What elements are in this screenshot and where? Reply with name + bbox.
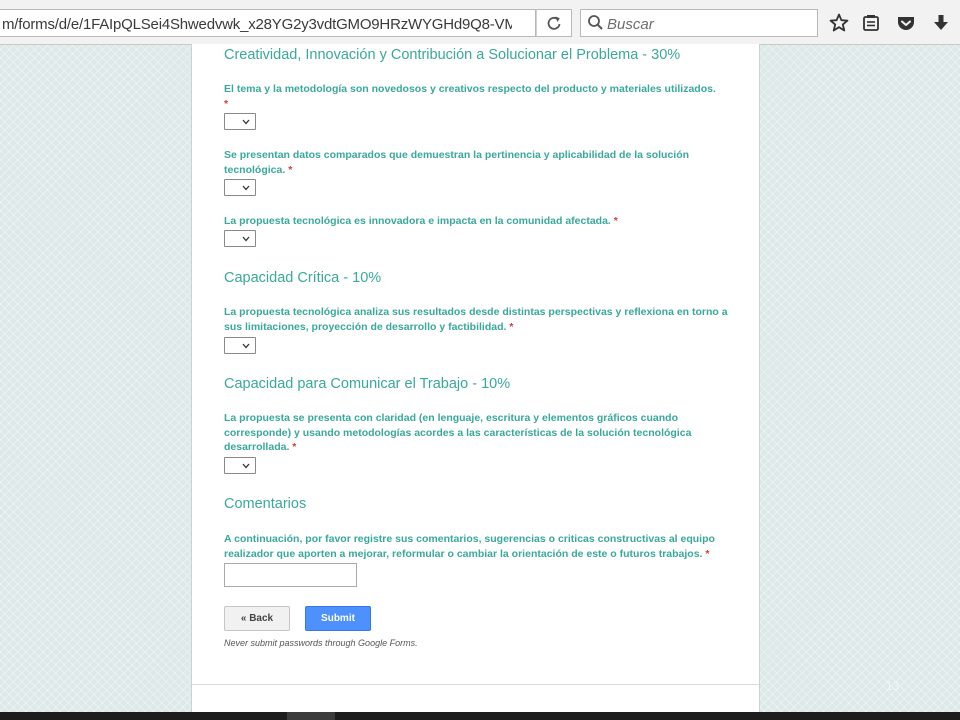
section-title-creatividad: Creatividad, Innovación y Contribución a… <box>224 47 681 63</box>
required-asterisk: * <box>613 215 618 227</box>
required-asterisk: * <box>288 163 293 176</box>
required-asterisk: * <box>705 547 710 560</box>
question-label: El tema y la metodología son novedosos y… <box>224 83 716 110</box>
comments-input[interactable] <box>224 563 357 587</box>
address-bar[interactable]: m/forms/d/e/1FAIpQLSei4Shwedvwk_x28YG2y3… <box>0 9 536 37</box>
section-title-comentarios: Comentarios <box>224 496 307 512</box>
slide-number: 13 <box>886 679 900 693</box>
score-dropdown[interactable] <box>224 457 256 474</box>
section-title-comunicar: Capacidad para Comunicar el Trabajo - 10… <box>224 376 511 392</box>
pocket-icon[interactable] <box>895 12 917 34</box>
search-bar[interactable]: Buscar <box>580 9 818 37</box>
submit-button[interactable]: Submit <box>305 606 371 631</box>
question-label: Se presentan datos comparados que demues… <box>224 149 690 176</box>
section-title-capacidad-critica: Capacidad Crítica - 10% <box>224 270 382 286</box>
chevron-down-icon <box>242 343 250 349</box>
taskbar <box>0 712 960 720</box>
score-dropdown[interactable] <box>224 113 256 130</box>
divider <box>192 684 759 685</box>
password-warning: Never submit passwords through Google Fo… <box>224 638 418 648</box>
taskbar-item[interactable] <box>287 712 335 720</box>
score-dropdown[interactable] <box>224 179 256 196</box>
question-label: La propuesta tecnológica analiza sus res… <box>224 306 728 333</box>
chevron-down-icon <box>242 185 250 191</box>
download-icon[interactable] <box>930 12 952 34</box>
chevron-down-icon <box>242 119 250 125</box>
question-label: La propuesta tecnológica es innovadora e… <box>224 215 618 227</box>
score-dropdown[interactable] <box>224 337 256 354</box>
required-asterisk: * <box>509 320 514 333</box>
score-dropdown[interactable] <box>224 230 256 247</box>
bookmark-star-icon[interactable] <box>828 12 850 34</box>
reading-list-icon[interactable] <box>860 12 882 34</box>
required-asterisk: * <box>224 97 229 110</box>
chevron-down-icon <box>242 463 250 469</box>
question-label: A continuación, por favor registre sus c… <box>224 533 715 560</box>
url-text[interactable]: m/forms/d/e/1FAIpQLSei4Shwedvwk_x28YG2y3… <box>2 16 512 33</box>
search-icon <box>588 15 603 30</box>
back-button[interactable]: « Back <box>224 606 290 631</box>
chevron-down-icon <box>242 236 250 242</box>
form-card: Creatividad, Innovación y Contribución a… <box>191 44 760 720</box>
browser-toolbar: m/forms/d/e/1FAIpQLSei4Shwedvwk_x28YG2y3… <box>0 0 960 45</box>
question-label: La propuesta se presenta con claridad (e… <box>224 412 692 453</box>
search-placeholder: Buscar <box>607 16 654 33</box>
reload-button[interactable] <box>536 9 572 37</box>
reload-icon <box>547 16 561 30</box>
required-asterisk: * <box>292 441 297 453</box>
